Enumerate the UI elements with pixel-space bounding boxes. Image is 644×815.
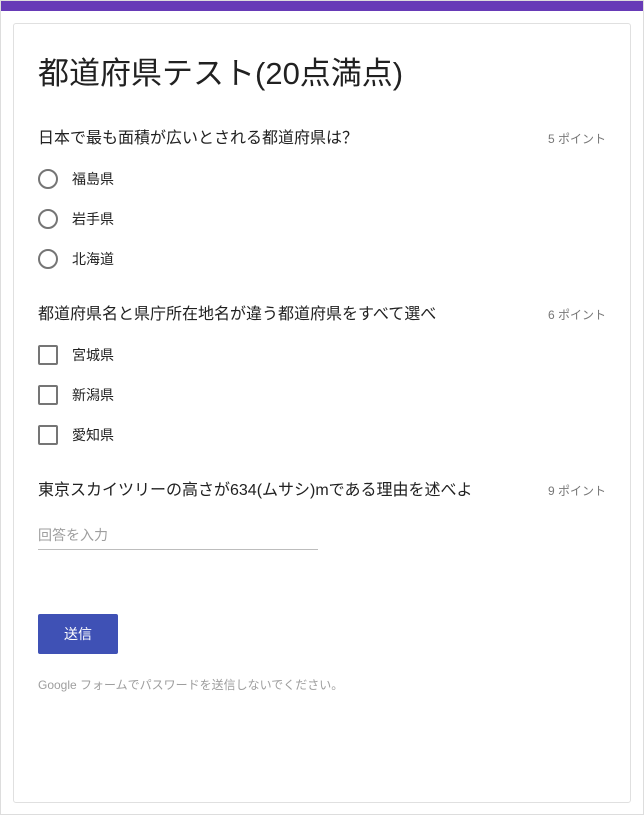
- question-2-title: 都道府県名と県庁所在地名が違う都道府県をすべて選べ: [38, 303, 548, 327]
- question-1-header: 日本で最も面積が広いとされる都道府県は？ 5 ポイント: [38, 127, 606, 151]
- q1-option-1-label: 岩手県: [72, 209, 114, 229]
- radio-icon: [38, 169, 58, 189]
- q1-option-0-label: 福島県: [72, 169, 114, 189]
- q1-option-2-label: 北海道: [72, 249, 114, 269]
- question-2-header: 都道府県名と県庁所在地名が違う都道府県をすべて選べ 6 ポイント: [38, 303, 606, 327]
- checkbox-icon: [38, 425, 58, 445]
- checkbox-icon: [38, 345, 58, 365]
- q1-option-1[interactable]: 岩手県: [38, 209, 606, 229]
- question-1-title: 日本で最も面積が広いとされる都道府県は？: [38, 127, 548, 151]
- footer-note: Google フォームでパスワードを送信しないでください。: [38, 676, 606, 693]
- q2-option-2-label: 愛知県: [72, 425, 114, 445]
- q2-option-0[interactable]: 宮城県: [38, 345, 606, 365]
- form-card: 都道府県テスト(20点満点) 日本で最も面積が広いとされる都道府県は？ 5 ポイ…: [13, 23, 631, 803]
- q2-option-0-label: 宮城県: [72, 345, 114, 365]
- form-container: 都道府県テスト(20点満点) 日本で最も面積が広いとされる都道府県は？ 5 ポイ…: [0, 0, 644, 815]
- q1-option-0[interactable]: 福島県: [38, 169, 606, 189]
- accent-bar: [1, 1, 643, 11]
- question-3: 東京スカイツリーの高さが634(ムサシ)mである理由を述べよ 9 ポイント: [38, 479, 606, 550]
- q2-option-2[interactable]: 愛知県: [38, 425, 606, 445]
- question-3-points: 9 ポイント: [548, 479, 606, 499]
- q3-answer-input[interactable]: [38, 521, 318, 550]
- checkbox-icon: [38, 385, 58, 405]
- radio-icon: [38, 209, 58, 229]
- question-2-points: 6 ポイント: [548, 303, 606, 323]
- form-title: 都道府県テスト(20点満点): [38, 48, 606, 93]
- q2-option-1-label: 新潟県: [72, 385, 114, 405]
- radio-icon: [38, 249, 58, 269]
- submit-button[interactable]: 送信: [38, 614, 118, 654]
- question-2: 都道府県名と県庁所在地名が違う都道府県をすべて選べ 6 ポイント 宮城県 新潟県…: [38, 303, 606, 445]
- question-3-header: 東京スカイツリーの高さが634(ムサシ)mである理由を述べよ 9 ポイント: [38, 479, 606, 503]
- q1-option-2[interactable]: 北海道: [38, 249, 606, 269]
- q2-option-1[interactable]: 新潟県: [38, 385, 606, 405]
- question-1: 日本で最も面積が広いとされる都道府県は？ 5 ポイント 福島県 岩手県 北海道: [38, 127, 606, 269]
- question-1-points: 5 ポイント: [548, 127, 606, 147]
- question-3-title: 東京スカイツリーの高さが634(ムサシ)mである理由を述べよ: [38, 479, 548, 503]
